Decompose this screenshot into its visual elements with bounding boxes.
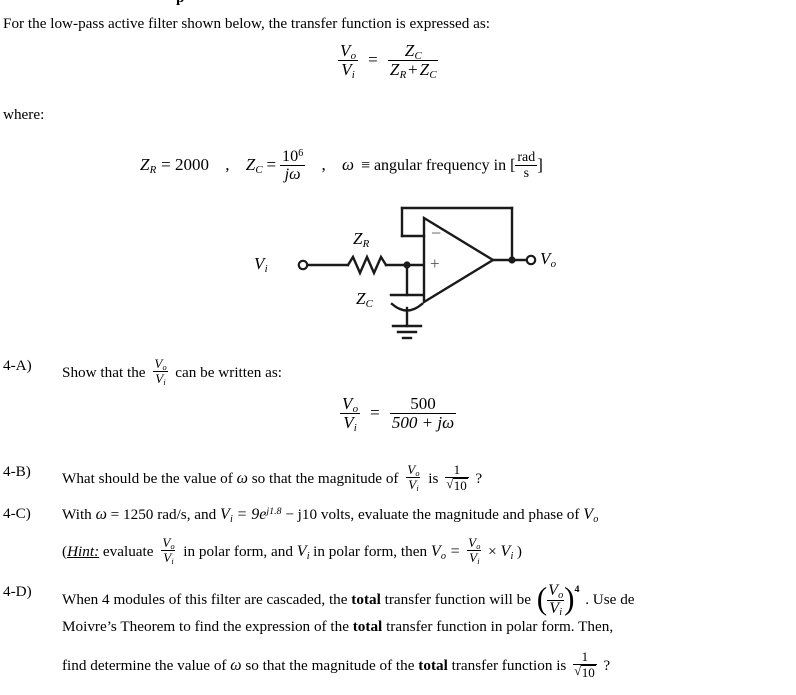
opamp-inverting-sign: − xyxy=(431,223,442,243)
omega-definition: ω ≡ angular frequency in [rad s] xyxy=(341,150,543,182)
multiplication-sign: × xyxy=(488,542,497,560)
left-paren: ( xyxy=(536,581,548,617)
equals-sign: = xyxy=(449,542,461,560)
vi-symbol: Vi xyxy=(220,506,233,525)
vi-label: Vi xyxy=(254,254,268,275)
exponent-4: 4 xyxy=(574,583,580,595)
numerator: Vo xyxy=(342,394,359,415)
denominator: Vi xyxy=(547,599,565,618)
part-d-one-over-sqrt10: 1 10 xyxy=(573,649,597,680)
transfer-function-equation: Vo Vi = ZC ZR + ZC xyxy=(338,41,439,82)
zr-plus-zc-denominator: ZR + ZC xyxy=(387,60,439,82)
zr-definition: ZR = 2000 xyxy=(140,154,209,176)
rad-numerator: rad xyxy=(517,150,536,166)
numerator: Vo xyxy=(548,582,564,601)
part-d-line3: find determine the value of ω so that th… xyxy=(62,650,610,679)
vi-value: = 9ej1.8 xyxy=(236,505,282,523)
denominator: Vi xyxy=(161,549,176,566)
total-emphasis-1: total xyxy=(351,590,381,608)
part-d-transfer-power: (Vo Vi)4 xyxy=(536,581,580,618)
clipped-glyphs: p xyxy=(176,0,184,7)
where-label: where: xyxy=(3,106,45,123)
opamp-noninverting-sign: + xyxy=(430,254,440,273)
numerator: 1 xyxy=(581,649,589,664)
right-paren: ) xyxy=(564,581,575,617)
zc-definition: ZC = 106 jω xyxy=(245,147,306,184)
part-d-line1: When 4 modules of this filter are cascad… xyxy=(62,581,635,619)
zc-numerator: 106 xyxy=(282,147,304,165)
numerator: Vo xyxy=(407,462,420,479)
numerator: Vo xyxy=(154,356,167,373)
equals-sign: = xyxy=(368,49,378,69)
circuit-diagram: Vi Vo ZR ZC − + xyxy=(250,196,570,346)
impedance-definitions: ZR = 2000 , ZC = 106 jω , ω ≡ angular frequen… xyxy=(140,148,543,184)
vo-numerator: Vo xyxy=(340,41,357,62)
total-emphasis-2: total xyxy=(352,618,383,635)
hint-label: Hint: xyxy=(67,542,100,560)
hint-vo-vi-fraction-2: Vo Vi xyxy=(467,535,482,566)
vi-symbol-2: Vi xyxy=(500,542,514,562)
denominator: Vi xyxy=(153,370,168,387)
comma-2: , xyxy=(321,154,326,174)
omega-symbol: ω xyxy=(95,506,107,523)
numerator: Vo xyxy=(162,535,175,552)
intro-text: For the low-pass active filter shown bel… xyxy=(3,15,490,32)
omega-symbol: ω xyxy=(236,470,248,488)
part-c-tag: 4-C) xyxy=(3,505,31,522)
comma-1: , xyxy=(225,154,230,174)
zc-numerator: ZC xyxy=(404,41,422,62)
vo-label: Vo xyxy=(540,249,557,270)
vi-symbol: Vi xyxy=(296,542,310,562)
part-d-tag: 4-D) xyxy=(3,583,32,600)
clipped-top-line: p xyxy=(0,0,796,9)
zr-label: ZR xyxy=(353,229,370,250)
denominator: 10 xyxy=(445,476,469,493)
document-page: p For the low-pass active filter shown b… xyxy=(0,0,796,695)
part-a-result-equation: Vo Vi = 500 500 + jω xyxy=(340,394,457,434)
part-c-line1: With ω = 1250 rad/s, and Vi = 9ej1.8 − j… xyxy=(62,505,599,525)
equals-sign: = xyxy=(370,402,380,422)
zc-over-zr-plus-zc-fraction: ZC ZR + ZC xyxy=(387,41,439,82)
rad-per-second-fraction: rad s xyxy=(515,150,538,181)
part-b-one-over-sqrt10: 1 10 xyxy=(445,462,469,493)
vo-vi-fraction: Vo Vi xyxy=(340,394,360,434)
part-a-text: Show that the Vo Vi can be written as: xyxy=(62,356,282,387)
numerator: Vo xyxy=(468,535,481,552)
denominator: 500 + jω xyxy=(389,413,457,433)
zc-denominator: jω xyxy=(280,165,306,183)
numerator: 500 xyxy=(410,394,436,413)
part-a-vo-vi-fraction: Vo Vi xyxy=(153,356,168,387)
second-denominator: s xyxy=(515,165,538,181)
part-b-tag: 4-B) xyxy=(3,463,31,480)
vi-terminal-node xyxy=(297,259,309,271)
vo-vi-fraction: Vo Vi xyxy=(547,582,565,618)
denominator: Vi xyxy=(340,413,360,434)
omega-symbol: ω xyxy=(230,657,242,675)
vo-symbol: Vo xyxy=(430,542,446,562)
part-a-tag: 4-A) xyxy=(3,357,32,374)
vo-vi-fraction: Vo Vi xyxy=(338,41,358,81)
output-junction-node xyxy=(508,256,516,264)
part-b-vo-vi-fraction: Vo Vi xyxy=(406,462,421,494)
vo-terminal-node xyxy=(525,254,537,266)
hint-vo-vi-fraction-1: Vo Vi xyxy=(161,535,176,566)
denominator: 10 xyxy=(573,663,597,680)
vo-symbol: Vo xyxy=(583,506,599,525)
numerator: 1 xyxy=(453,462,461,477)
part-b-text: What should be the value of ω so that th… xyxy=(62,462,482,494)
zc-label: ZC xyxy=(356,289,373,310)
result-fraction: 500 500 + jω xyxy=(389,394,457,433)
circuit-svg xyxy=(297,206,537,340)
zc-fraction: 106 jω xyxy=(280,147,306,184)
part-c-line2-hint: (Hint: evaluate Vo Vi in polar form, and… xyxy=(62,535,522,566)
part-d-line2: Moivre’s Theorem to find the expression … xyxy=(62,618,614,635)
denominator: Vi xyxy=(467,549,482,566)
vi-denominator: Vi xyxy=(338,60,358,81)
total-emphasis-3: total xyxy=(418,657,448,675)
denominator: Vi xyxy=(406,477,421,494)
